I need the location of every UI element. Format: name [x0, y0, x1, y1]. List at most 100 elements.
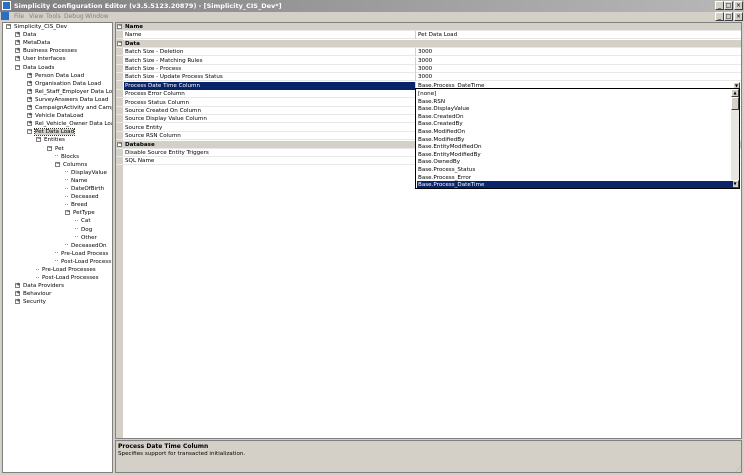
property-name: Database — [125, 141, 155, 148]
tree-node[interactable]: + Security — [15, 299, 46, 306]
resize-grip-icon[interactable]: ⋰ — [735, 466, 743, 474]
expand-icon[interactable]: + — [27, 121, 32, 127]
expand-icon[interactable]: + — [27, 96, 32, 102]
tree-node[interactable]: − Pet Data Load — [27, 128, 76, 137]
collapse-icon[interactable]: − — [15, 64, 20, 70]
property-name: Batch Size - Matching Rules — [124, 56, 416, 65]
tree-node[interactable]: DateOfBirth — [65, 186, 104, 193]
tree-node[interactable]: Other — [75, 235, 97, 242]
expand-icon[interactable]: + — [15, 32, 20, 38]
tree-node-label: Post-Load Process — [61, 258, 112, 265]
grid-row[interactable]: Batch Size - Matching Rules 3000 — [116, 56, 741, 65]
collapse-icon[interactable]: − — [36, 137, 41, 143]
mdi-close-button[interactable]: × — [734, 12, 743, 21]
tree-node[interactable]: + Rel_Vehicle_Owner Data Load — [27, 121, 112, 128]
property-name: Batch Size - Deletion — [124, 48, 416, 57]
tree-node[interactable]: Name — [65, 178, 88, 185]
expand-icon[interactable]: + — [15, 40, 20, 46]
expand-icon[interactable]: + — [15, 56, 20, 62]
tree-node[interactable]: Breed — [65, 202, 87, 209]
tree-node[interactable]: DeceasedOn — [65, 243, 107, 250]
tree-node[interactable]: − Columns — [55, 161, 87, 169]
tree-node[interactable]: Post-Load Process — [55, 259, 111, 266]
expand-icon[interactable]: + — [15, 291, 20, 297]
menu-view[interactable]: View — [29, 12, 43, 21]
collapse-icon[interactable]: − — [117, 141, 122, 147]
maximize-button[interactable]: □ — [724, 1, 733, 10]
property-value[interactable]: 3000 — [417, 65, 738, 73]
tree-node[interactable]: − Simplicity_CIS_Dev — [6, 24, 67, 31]
tree-node-label: DateOfBirth — [71, 186, 105, 192]
tree-connector — [75, 219, 78, 222]
mdi-restore-button[interactable]: □ — [724, 12, 733, 21]
expand-icon[interactable]: + — [27, 105, 32, 110]
tree-node[interactable]: Blocks — [55, 154, 79, 161]
mdi-minimize-button[interactable]: _ — [715, 12, 724, 21]
expand-icon[interactable]: + — [27, 113, 32, 119]
tree-node-label: Pre-Load Process — [61, 250, 109, 257]
collapse-icon[interactable]: − — [47, 145, 52, 151]
grid-row[interactable]: Name Pet Data Load — [116, 31, 741, 40]
tree-node[interactable]: + SurveyAnswers Data Load — [27, 96, 108, 104]
document-icon[interactable] — [1, 12, 9, 20]
tree-node-label: DeceasedOn — [71, 242, 107, 249]
column-dropdown-list[interactable]: ▲ ▼ [none] Base.RSN Base.DisplayValue Base.… — [415, 88, 740, 189]
tree-node[interactable]: +CampaignActivity and Campaign — [27, 105, 112, 112]
close-button[interactable]: × — [734, 1, 743, 10]
tree-node[interactable]: − Data Loads — [15, 64, 54, 72]
property-value[interactable]: Pet Data Load — [417, 31, 738, 39]
configuration-tree[interactable]: − Simplicity_CIS_Dev + Data + MetaData + Busine… — [2, 22, 113, 473]
tree-node[interactable]: + Data — [15, 32, 36, 39]
tree-node[interactable]: Post-Load Processes — [36, 275, 99, 282]
expand-icon[interactable]: + — [27, 72, 32, 78]
tree-node[interactable]: − Entities — [36, 137, 65, 144]
tree-node[interactable]: + Data Providers — [15, 283, 64, 290]
property-grid[interactable]: − Name Name Pet Data Load − Data Batch Size - … — [115, 22, 742, 439]
help-description: Specifies support for transacted initial… — [118, 451, 246, 457]
menu-window[interactable]: Window — [85, 12, 109, 21]
tree-node[interactable]: + Business Processes — [15, 48, 77, 55]
tree-node-label: PetType — [73, 210, 95, 217]
tree-node[interactable]: + User Interfaces — [15, 56, 66, 63]
tree-node[interactable]: + Vehicle DataLoad — [27, 113, 84, 120]
expand-icon[interactable]: + — [27, 88, 32, 94]
grid-category[interactable]: − Name — [116, 23, 741, 31]
tree-node[interactable]: DisplayValue — [65, 170, 107, 177]
expand-icon[interactable]: + — [15, 283, 20, 289]
tree-node[interactable]: − Pet — [47, 145, 64, 153]
tree-node[interactable]: − PetType — [65, 210, 95, 217]
tree-node-label: Other — [81, 234, 97, 241]
property-value[interactable]: 3000 — [417, 57, 738, 65]
collapse-icon[interactable]: − — [55, 161, 60, 167]
tree-node-label: Data — [23, 32, 37, 39]
expand-icon[interactable]: + — [15, 48, 20, 54]
dropdown-option[interactable]: Base.Process_DateTime — [417, 181, 733, 188]
tree-node[interactable]: Dog — [75, 227, 92, 234]
expand-icon[interactable]: + — [27, 80, 32, 86]
collapse-icon[interactable]: − — [117, 24, 122, 29]
property-value[interactable]: 3000 — [417, 73, 738, 81]
collapse-icon[interactable]: − — [117, 40, 122, 46]
tree-node[interactable]: + Organisation Data Load — [27, 80, 101, 88]
tree-node[interactable]: + Behaviour — [15, 291, 51, 298]
expand-icon[interactable]: + — [15, 299, 20, 305]
tree-node[interactable]: Cat — [75, 218, 91, 225]
grid-row[interactable]: Batch Size - Update Process Status 3000 — [116, 73, 741, 82]
grid-row[interactable]: Batch Size - Process 3000 — [116, 65, 741, 73]
property-value[interactable]: 3000 — [417, 48, 738, 56]
menu-debug[interactable]: Debug — [64, 12, 84, 21]
tree-node[interactable]: Pre-Load Processes — [36, 267, 96, 274]
menu-file[interactable]: File — [14, 12, 24, 21]
menu-tools[interactable]: Tools — [46, 12, 61, 21]
grid-row[interactable]: Batch Size - Deletion 3000 — [116, 48, 741, 57]
collapse-icon[interactable]: − — [6, 24, 11, 29]
collapse-icon[interactable]: − — [27, 129, 32, 135]
tree-node[interactable]: + Rel_Staff_Employer Data Load — [27, 88, 112, 96]
tree-node[interactable]: + Person Data Load — [27, 72, 84, 80]
tree-node[interactable]: Deceased — [65, 194, 99, 201]
tree-node[interactable]: + MetaData — [15, 40, 50, 47]
collapse-icon[interactable]: − — [65, 210, 70, 216]
grid-category[interactable]: − Data — [116, 39, 741, 48]
tree-node[interactable]: Pre-Load Process — [55, 251, 108, 258]
minimize-button[interactable]: _ — [715, 1, 724, 10]
